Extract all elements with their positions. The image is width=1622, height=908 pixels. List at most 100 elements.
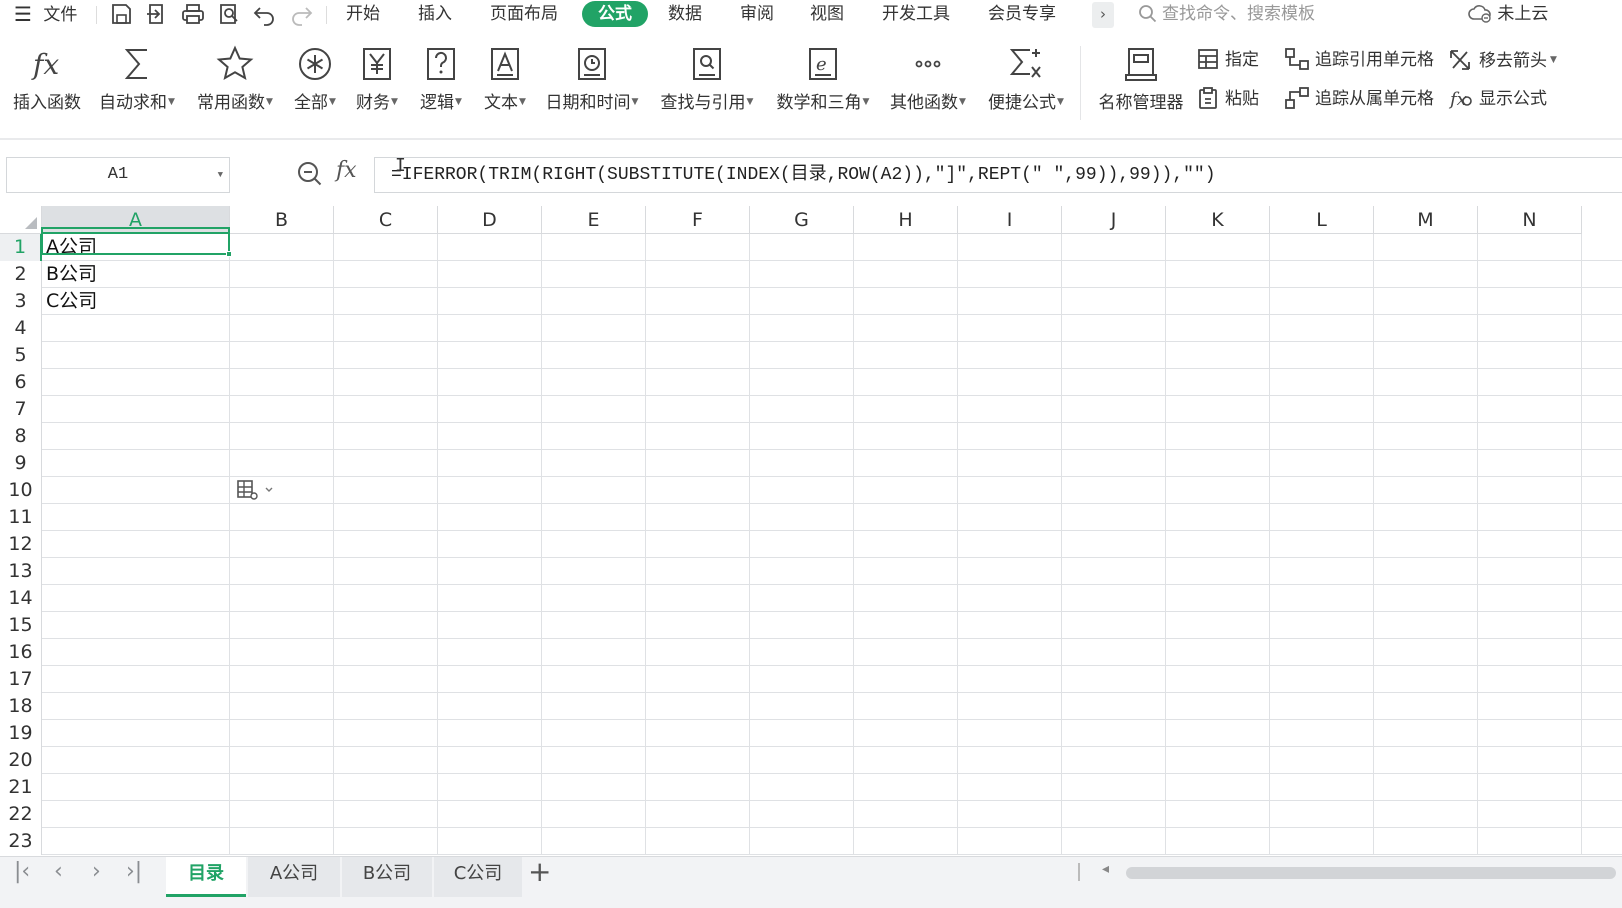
tab-insert[interactable]: 插入 <box>418 0 452 30</box>
sheet-tab-b[interactable]: B公司 <box>342 857 432 897</box>
row-header-20[interactable]: 20 <box>0 747 42 774</box>
export-icon[interactable] <box>144 2 170 26</box>
row-header-6[interactable]: 6 <box>0 369 42 396</box>
splitter-handle[interactable] <box>1078 863 1080 881</box>
command-search[interactable]: 查找命令、搜索模板 <box>1138 0 1315 30</box>
lookup-icon <box>687 44 727 84</box>
save-icon[interactable] <box>108 2 134 26</box>
tab-developer[interactable]: 开发工具 <box>882 0 950 30</box>
first-sheet-icon[interactable]: |‹ <box>14 859 30 884</box>
row-header-22[interactable]: 22 <box>0 801 42 828</box>
column-header-j[interactable]: J <box>1062 206 1166 234</box>
sheet-tab-a[interactable]: A公司 <box>248 857 340 897</box>
column-header-e[interactable]: E <box>542 206 646 234</box>
prev-sheet-icon[interactable]: ‹ <box>54 859 63 884</box>
chevron-down-icon[interactable]: ▼ <box>218 158 223 192</box>
tab-data[interactable]: 数据 <box>668 0 702 30</box>
tab-view[interactable]: 视图 <box>810 0 844 30</box>
date-time-button[interactable]: 日期和时间▼ <box>540 44 644 126</box>
scroll-thumb[interactable] <box>1126 867 1616 879</box>
column-header-c[interactable]: C <box>334 206 438 234</box>
define-name-button[interactable]: 指定 <box>1196 46 1259 74</box>
row-header-4[interactable]: 4 <box>0 315 42 342</box>
paste-options-icon[interactable] <box>236 479 274 505</box>
trace-dependents-button[interactable]: 追踪从属单元格 <box>1284 85 1434 113</box>
last-sheet-icon[interactable]: ›| <box>126 859 142 884</box>
zoom-formula-icon[interactable] <box>296 160 324 192</box>
show-formulas-button[interactable]: fx 显示公式 <box>1448 85 1547 113</box>
autosum-button[interactable]: 自动求和▼ <box>94 44 180 126</box>
column-header-m[interactable]: M <box>1374 206 1478 234</box>
column-header-n[interactable]: N <box>1478 206 1582 234</box>
column-header-h[interactable]: H <box>854 206 958 234</box>
more-tabs-button[interactable]: › <box>1092 2 1114 28</box>
sheet-tab-contents[interactable]: 目录 <box>166 857 246 897</box>
name-box[interactable]: A1 ▼ <box>6 157 230 193</box>
column-header-g[interactable]: G <box>750 206 854 234</box>
more-functions-button[interactable]: 其他函数▼ <box>884 44 972 126</box>
column-header-b[interactable]: B <box>230 206 334 234</box>
tab-formulas[interactable]: 公式 <box>582 1 648 27</box>
formula-input[interactable]: =IFERROR(TRIM(RIGHT(SUBSTITUTE(INDEX(目录,… <box>374 157 1622 193</box>
print-preview-icon[interactable] <box>216 2 242 26</box>
cell-a2[interactable]: B公司 <box>46 261 97 288</box>
remove-arrows-button[interactable]: 移去箭头 ▼ <box>1448 46 1557 74</box>
cell-a3[interactable]: C公司 <box>46 288 97 315</box>
row-header-15[interactable]: 15 <box>0 612 42 639</box>
quick-formula-button[interactable]: 便捷公式▼ <box>982 44 1070 126</box>
row-header-11[interactable]: 11 <box>0 504 42 531</box>
print-icon[interactable] <box>180 2 206 26</box>
select-all-corner[interactable] <box>0 206 42 234</box>
text-functions-button[interactable]: 文本▼ <box>478 44 532 126</box>
tab-home[interactable]: 开始 <box>346 0 380 30</box>
column-header-d[interactable]: D <box>438 206 542 234</box>
add-sheet-button[interactable]: + <box>528 857 551 887</box>
column-header-k[interactable]: K <box>1166 206 1270 234</box>
row-header-21[interactable]: 21 <box>0 774 42 801</box>
paste-name-button[interactable]: 粘贴 <box>1196 85 1259 113</box>
all-functions-button[interactable]: 全部▼ <box>288 44 342 126</box>
row-header-3[interactable]: 3 <box>0 288 42 315</box>
cloud-status[interactable]: 未上云 <box>1468 0 1548 30</box>
tab-page-layout[interactable]: 页面布局 <box>490 0 558 30</box>
sheet-tab-c[interactable]: C公司 <box>434 857 522 897</box>
undo-icon[interactable] <box>252 2 278 26</box>
trace-precedents-button[interactable]: 追踪引用单元格 <box>1284 46 1434 74</box>
row-header-8[interactable]: 8 <box>0 423 42 450</box>
horizontal-scrollbar[interactable]: ◂ <box>1098 861 1618 883</box>
common-functions-button[interactable]: 常用函数▼ <box>192 44 278 126</box>
row-header-10[interactable]: 10 <box>0 477 42 504</box>
row-header-19[interactable]: 19 <box>0 720 42 747</box>
row-header-2[interactable]: 2 <box>0 261 42 288</box>
tab-member[interactable]: 会员专享 <box>988 0 1056 30</box>
column-header-i[interactable]: I <box>958 206 1062 234</box>
financial-button[interactable]: 财务▼ <box>350 44 404 126</box>
row-header-16[interactable]: 16 <box>0 639 42 666</box>
row-header-17[interactable]: 17 <box>0 666 42 693</box>
gridline-horizontal <box>42 827 1622 828</box>
insert-function-fx[interactable]: fx <box>336 158 357 183</box>
lookup-reference-button[interactable]: 查找与引用▼ <box>654 44 760 126</box>
row-header-5[interactable]: 5 <box>0 342 42 369</box>
row-header-1[interactable]: 1 <box>0 234 42 261</box>
column-header-f[interactable]: F <box>646 206 750 234</box>
tab-review[interactable]: 审阅 <box>740 0 774 30</box>
next-sheet-icon[interactable]: › <box>92 859 101 884</box>
row-header-23[interactable]: 23 <box>0 828 42 855</box>
row-header-9[interactable]: 9 <box>0 450 42 477</box>
row-header-13[interactable]: 13 <box>0 558 42 585</box>
file-menu[interactable]: ☰ 文件 <box>14 0 77 30</box>
row-header-18[interactable]: 18 <box>0 693 42 720</box>
name-manager-button[interactable]: 名称管理器 <box>1094 44 1188 126</box>
row-header-14[interactable]: 14 <box>0 585 42 612</box>
column-header-l[interactable]: L <box>1270 206 1374 234</box>
spreadsheet-grid[interactable]: A B C D E F G H I J K L M N 1 2 3 4 5 6 7 8 9 10 11 12 13 14 15 16 17 1… <box>0 206 1622 884</box>
insert-function-button[interactable]: fx 插入函数 <box>8 44 86 126</box>
logical-button[interactable]: 逻辑▼ <box>414 44 468 126</box>
math-trig-button[interactable]: e 数学和三角▼ <box>770 44 876 126</box>
redo-icon[interactable] <box>288 2 314 26</box>
row-header-7[interactable]: 7 <box>0 396 42 423</box>
scroll-left-icon[interactable]: ◂ <box>1102 861 1109 877</box>
row-header-12[interactable]: 12 <box>0 531 42 558</box>
fill-handle[interactable] <box>226 251 232 257</box>
